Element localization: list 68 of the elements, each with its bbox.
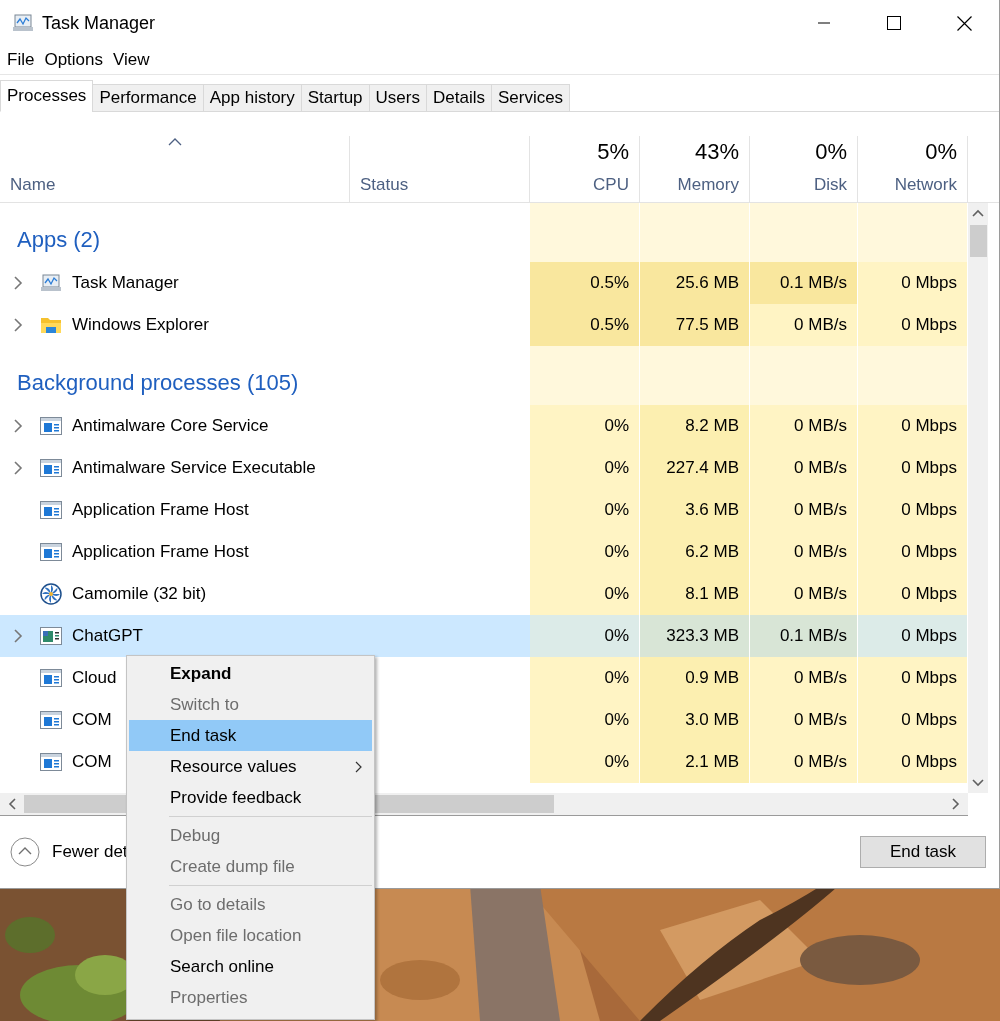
table-cell: 0 Mbps: [858, 615, 968, 657]
process-name: Windows Explorer: [72, 315, 209, 335]
table-cell: 0 Mbps: [858, 741, 968, 783]
table-cell: 0 MB/s: [750, 489, 858, 531]
table-cell: 0 Mbps: [858, 573, 968, 615]
column-total: 0%: [815, 139, 847, 165]
table-cell: 0%: [530, 741, 640, 783]
column-label: CPU: [593, 175, 629, 195]
table-cell: 0.5%: [530, 304, 640, 346]
table-cell: 0 MB/s: [750, 304, 858, 346]
table-cell: 0 MB/s: [750, 657, 858, 699]
table-cell: 6.2 MB: [640, 531, 750, 573]
column-total: 0%: [925, 139, 957, 165]
group-heading: Apps (2): [17, 225, 101, 253]
table-cell: 0%: [530, 573, 640, 615]
process-name: COM: [72, 752, 112, 772]
table-cell: 0.1 MB/s: [750, 262, 858, 304]
table-cell: 0%: [530, 615, 640, 657]
column-label: Status: [360, 175, 409, 195]
table-cell: 0 Mbps: [858, 262, 968, 304]
column-label: Memory: [677, 175, 739, 195]
process-name: COM: [72, 710, 112, 730]
table-cell: 77.5 MB: [640, 304, 750, 346]
process-name: Cloud: [72, 668, 117, 688]
table-cell: 0 Mbps: [858, 657, 968, 699]
table-cell: 0.9 MB: [640, 657, 750, 699]
table-cell: 0 MB/s: [750, 741, 858, 783]
table-cell: 0%: [530, 489, 640, 531]
table-cell: 0%: [530, 405, 640, 447]
window-title: Task Manager: [42, 12, 157, 34]
table-cell: 0 MB/s: [750, 405, 858, 447]
table-cell: 227.4 MB: [640, 447, 750, 489]
table-cell: 3.6 MB: [640, 489, 750, 531]
table-cell: 323.3 MB: [640, 615, 750, 657]
process-name: ChatGPT: [72, 626, 143, 646]
table-cell: 0 MB/s: [750, 573, 858, 615]
table-cell: 0.1 MB/s: [750, 615, 858, 657]
table-cell: 0%: [530, 657, 640, 699]
table-cell: 0 Mbps: [858, 304, 968, 346]
table-cell: 8.2 MB: [640, 405, 750, 447]
table-cell: 2.1 MB: [640, 741, 750, 783]
process-name: Application Frame Host: [72, 542, 249, 562]
column-total: 5%: [597, 139, 629, 165]
table-cell: 0%: [530, 531, 640, 573]
table-cell: 25.6 MB: [640, 262, 750, 304]
table-cell: 0 Mbps: [858, 447, 968, 489]
table-cell: 0.5%: [530, 262, 640, 304]
table-cell: 0 Mbps: [858, 531, 968, 573]
group-heading: Background processes (105): [17, 368, 299, 396]
table-cell: 0 MB/s: [750, 699, 858, 741]
process-name: Antimalware Service Executable: [72, 458, 316, 478]
table-cell: 0%: [530, 699, 640, 741]
table-cell: 8.1 MB: [640, 573, 750, 615]
column-label: Name: [10, 175, 56, 195]
process-name: Application Frame Host: [72, 500, 249, 520]
table-cell: 0 Mbps: [858, 489, 968, 531]
process-name: Antimalware Core Service: [72, 416, 269, 436]
column-label: Disk: [813, 175, 847, 195]
process-name: Camomile (32 bit): [72, 584, 207, 604]
table-cell: 3.0 MB: [640, 699, 750, 741]
table-cell: 0 Mbps: [858, 699, 968, 741]
process-name: Task Manager: [72, 273, 179, 293]
table-cell: 0 Mbps: [858, 405, 968, 447]
table-cell: 0 MB/s: [750, 531, 858, 573]
table-cell: 0 MB/s: [750, 447, 858, 489]
table-cell: 0%: [530, 447, 640, 489]
column-total: 43%: [694, 139, 739, 165]
column-label: Network: [894, 175, 957, 195]
